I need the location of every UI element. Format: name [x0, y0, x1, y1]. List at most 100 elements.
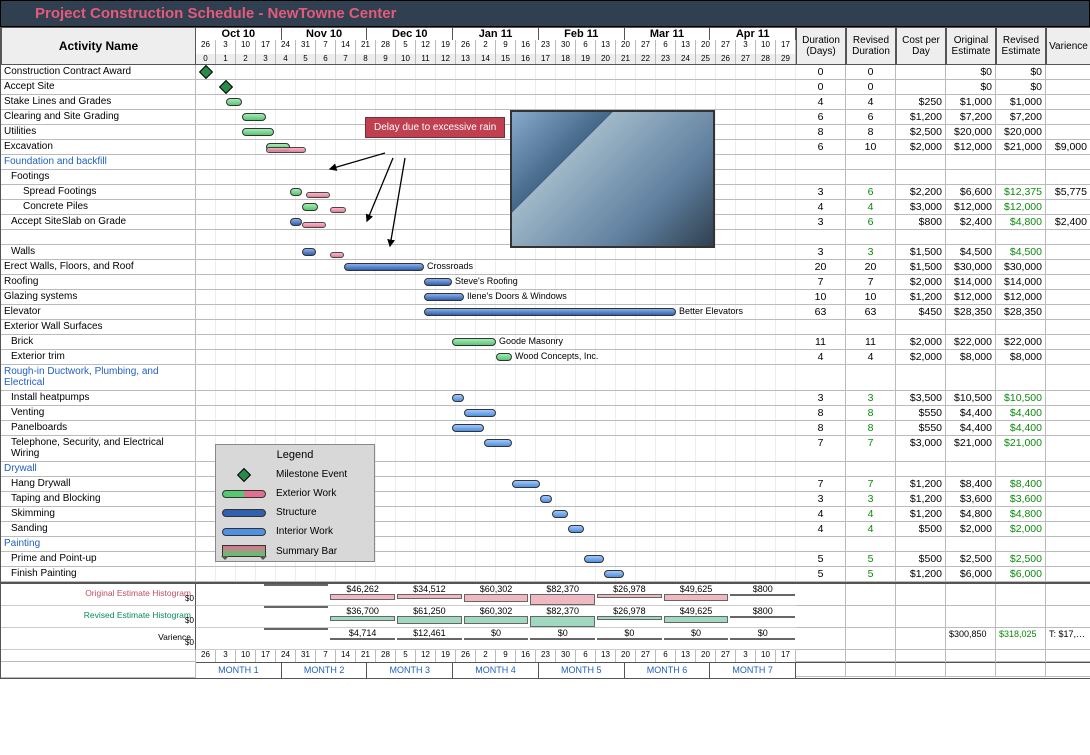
gantt-bar[interactable] — [242, 113, 266, 121]
activity-name[interactable]: Install heatpumps — [1, 391, 196, 406]
cell-cpd — [896, 155, 946, 170]
activity-name[interactable]: Drywall — [1, 462, 196, 477]
timeline-row[interactable]: Ilene's Doors & Windows — [196, 290, 796, 305]
gantt-bar[interactable] — [302, 248, 316, 256]
gantt-bar[interactable] — [290, 218, 302, 226]
activity-name[interactable]: Prime and Point-up — [1, 552, 196, 567]
gantt-bar[interactable] — [484, 439, 512, 447]
cell-rev_dur: 5 — [846, 567, 896, 582]
gantt-bar[interactable] — [424, 278, 452, 286]
activity-name[interactable]: Panelboards — [1, 421, 196, 436]
gantt-bar[interactable] — [452, 338, 496, 346]
activity-name[interactable]: Brick — [1, 335, 196, 350]
timeline-row[interactable] — [196, 421, 796, 436]
cell-rev_dur: 11 — [846, 335, 896, 350]
cell-cpd: $1,500 — [896, 260, 946, 275]
timeline-row[interactable] — [196, 567, 796, 582]
gantt-bar[interactable] — [552, 510, 568, 518]
activity-name[interactable]: Utilities — [1, 125, 196, 140]
activity-name[interactable]: Clearing and Site Grading — [1, 110, 196, 125]
gantt-bar-revised — [330, 207, 346, 213]
activity-name[interactable]: Exterior Wall Surfaces — [1, 320, 196, 335]
cell-rev: $20,000 — [996, 125, 1046, 140]
col-variance[interactable]: Varience — [1046, 27, 1090, 65]
gantt-bar[interactable] — [584, 555, 604, 563]
timeline-row[interactable]: Better Elevators — [196, 305, 796, 320]
cell-var: $5,775 — [1046, 185, 1090, 200]
activity-name[interactable]: Hang Drywall — [1, 477, 196, 492]
timeline-row[interactable]: Steve's Roofing — [196, 275, 796, 290]
activity-name[interactable]: Foundation and backfill — [1, 155, 196, 170]
timeline-weeknum: 17 — [536, 54, 556, 64]
activity-name[interactable]: Walls — [1, 245, 196, 260]
activity-name[interactable]: Finish Painting — [1, 567, 196, 582]
activity-name[interactable]: Spread Footings — [1, 185, 196, 200]
gantt-bar[interactable] — [452, 424, 484, 432]
timeline-row[interactable] — [196, 80, 796, 95]
activity-name[interactable]: Concrete Piles — [1, 200, 196, 215]
gantt-bar[interactable] — [344, 263, 424, 271]
gantt-bar[interactable] — [424, 308, 676, 316]
timeline-row[interactable]: Crossroads — [196, 260, 796, 275]
cell-cpd — [896, 462, 946, 477]
timeline-day: 27 — [716, 40, 736, 54]
timeline-row[interactable] — [196, 391, 796, 406]
gantt-bar[interactable] — [452, 394, 464, 402]
timeline-row[interactable] — [196, 365, 796, 391]
gantt-bar[interactable] — [540, 495, 552, 503]
cell-duration: 10 — [796, 290, 846, 305]
col-revised-estimate[interactable]: Revised Estimate — [996, 27, 1046, 65]
col-activity[interactable]: Activity Name — [1, 27, 196, 65]
timeline-header[interactable]: Oct 10Nov 10Dec 10Jan 11Feb 11Mar 11Apr … — [196, 27, 796, 65]
gantt-bar[interactable] — [568, 525, 584, 533]
gantt-bar[interactable] — [242, 128, 274, 136]
col-duration[interactable]: Duration (Days) — [796, 27, 846, 65]
gantt-bar[interactable] — [226, 98, 242, 106]
timeline-row[interactable] — [196, 65, 796, 80]
cell-duration: 4 — [796, 522, 846, 537]
gantt-bar[interactable] — [604, 570, 624, 578]
gantt-bar[interactable] — [512, 480, 540, 488]
cell-cpd: $550 — [896, 406, 946, 421]
activity-name[interactable]: Venting — [1, 406, 196, 421]
timeline-row[interactable] — [196, 95, 796, 110]
cell-rev_dur: 8 — [846, 406, 896, 421]
col-cost-per-day[interactable]: Cost per Day — [896, 27, 946, 65]
cell-var — [1046, 335, 1090, 350]
activity-name[interactable]: Stake Lines and Grades — [1, 95, 196, 110]
activity-name[interactable]: Skimming — [1, 507, 196, 522]
timeline-row[interactable]: Wood Concepts, Inc. — [196, 350, 796, 365]
cell-orig: $8,400 — [946, 477, 996, 492]
gantt-bar[interactable] — [496, 353, 512, 361]
timeline-row[interactable] — [196, 320, 796, 335]
activity-name[interactable] — [1, 230, 196, 245]
activity-name[interactable]: Taping and Blocking — [1, 492, 196, 507]
cell-rev — [996, 170, 1046, 185]
cell-duration — [796, 170, 846, 185]
activity-name[interactable]: Painting — [1, 537, 196, 552]
activity-name[interactable]: Construction Contract Award — [1, 65, 196, 80]
cell-duration: 11 — [796, 335, 846, 350]
gantt-bar[interactable] — [302, 203, 318, 211]
activity-name[interactable]: Footings — [1, 170, 196, 185]
col-original-estimate[interactable]: Original Estimate — [946, 27, 996, 65]
timeline-row[interactable]: Goode Masonry — [196, 335, 796, 350]
gantt-bar[interactable] — [290, 188, 302, 196]
gantt-bar[interactable] — [464, 409, 496, 417]
timeline-weeknum: 2 — [236, 54, 256, 64]
activity-name[interactable]: Telephone, Security, and Electrical Wiri… — [1, 436, 196, 462]
activity-name[interactable]: Roofing — [1, 275, 196, 290]
activity-name[interactable]: Rough-in Ductwork, Plumbing, and Electri… — [1, 365, 196, 391]
activity-name[interactable]: Excavation — [1, 140, 196, 155]
timeline-row[interactable] — [196, 406, 796, 421]
gantt-bar[interactable] — [424, 293, 464, 301]
col-revised-duration[interactable]: Revised Duration — [846, 27, 896, 65]
activity-name[interactable]: Accept SiteSlab on Grade — [1, 215, 196, 230]
activity-name[interactable]: Glazing systems — [1, 290, 196, 305]
activity-name[interactable]: Elevator — [1, 305, 196, 320]
activity-name[interactable]: Sanding — [1, 522, 196, 537]
activity-name[interactable]: Accept Site — [1, 80, 196, 95]
activity-name[interactable]: Erect Walls, Floors, and Roof — [1, 260, 196, 275]
activity-name[interactable]: Exterior trim — [1, 350, 196, 365]
cell-cpd: $250 — [896, 95, 946, 110]
